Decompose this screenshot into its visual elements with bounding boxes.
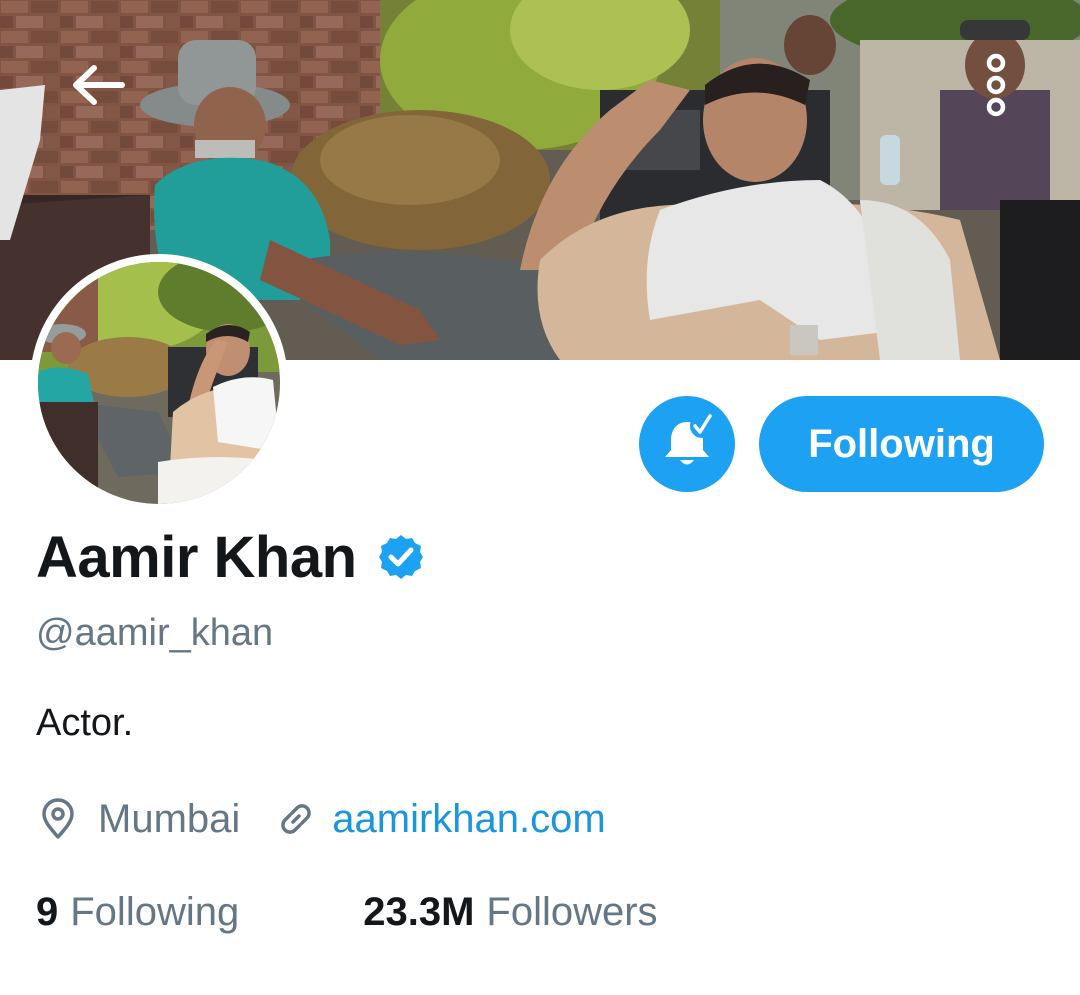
more-options-button[interactable] [970,46,1022,124]
verified-badge-icon [377,533,425,581]
following-stat[interactable]: 9 Following [36,890,239,935]
vertical-dots-icon [981,53,1011,117]
bell-check-icon [657,412,717,477]
follow-stats-row: 9 Following 23.3M Followers [36,884,658,940]
location-text: Mumbai [98,796,241,841]
following-button-label: Following [808,421,995,466]
profile-bio: Actor. [36,702,134,744]
notifications-toggle-button[interactable] [639,396,735,492]
profile-meta-row: Mumbai aamirkhan.com [36,794,606,844]
location-pin-icon [36,797,80,841]
followers-stat[interactable]: 23.3M Followers [363,890,657,935]
user-handle: @aamir_khan [36,612,274,654]
following-label: Following [70,889,240,934]
display-name: Aamir Khan [36,524,357,590]
back-button[interactable] [48,40,148,130]
name-row: Aamir Khan [36,522,425,592]
website-link[interactable]: aamirkhan.com [332,797,605,842]
profile-avatar[interactable] [30,254,288,512]
arrow-left-icon [70,63,126,107]
followers-count: 23.3M [363,889,475,934]
followers-label: Followers [486,889,658,934]
following-button[interactable]: Following [759,396,1044,492]
following-count: 9 [36,889,59,934]
avatar-photo [38,262,280,504]
link-icon [274,797,318,841]
